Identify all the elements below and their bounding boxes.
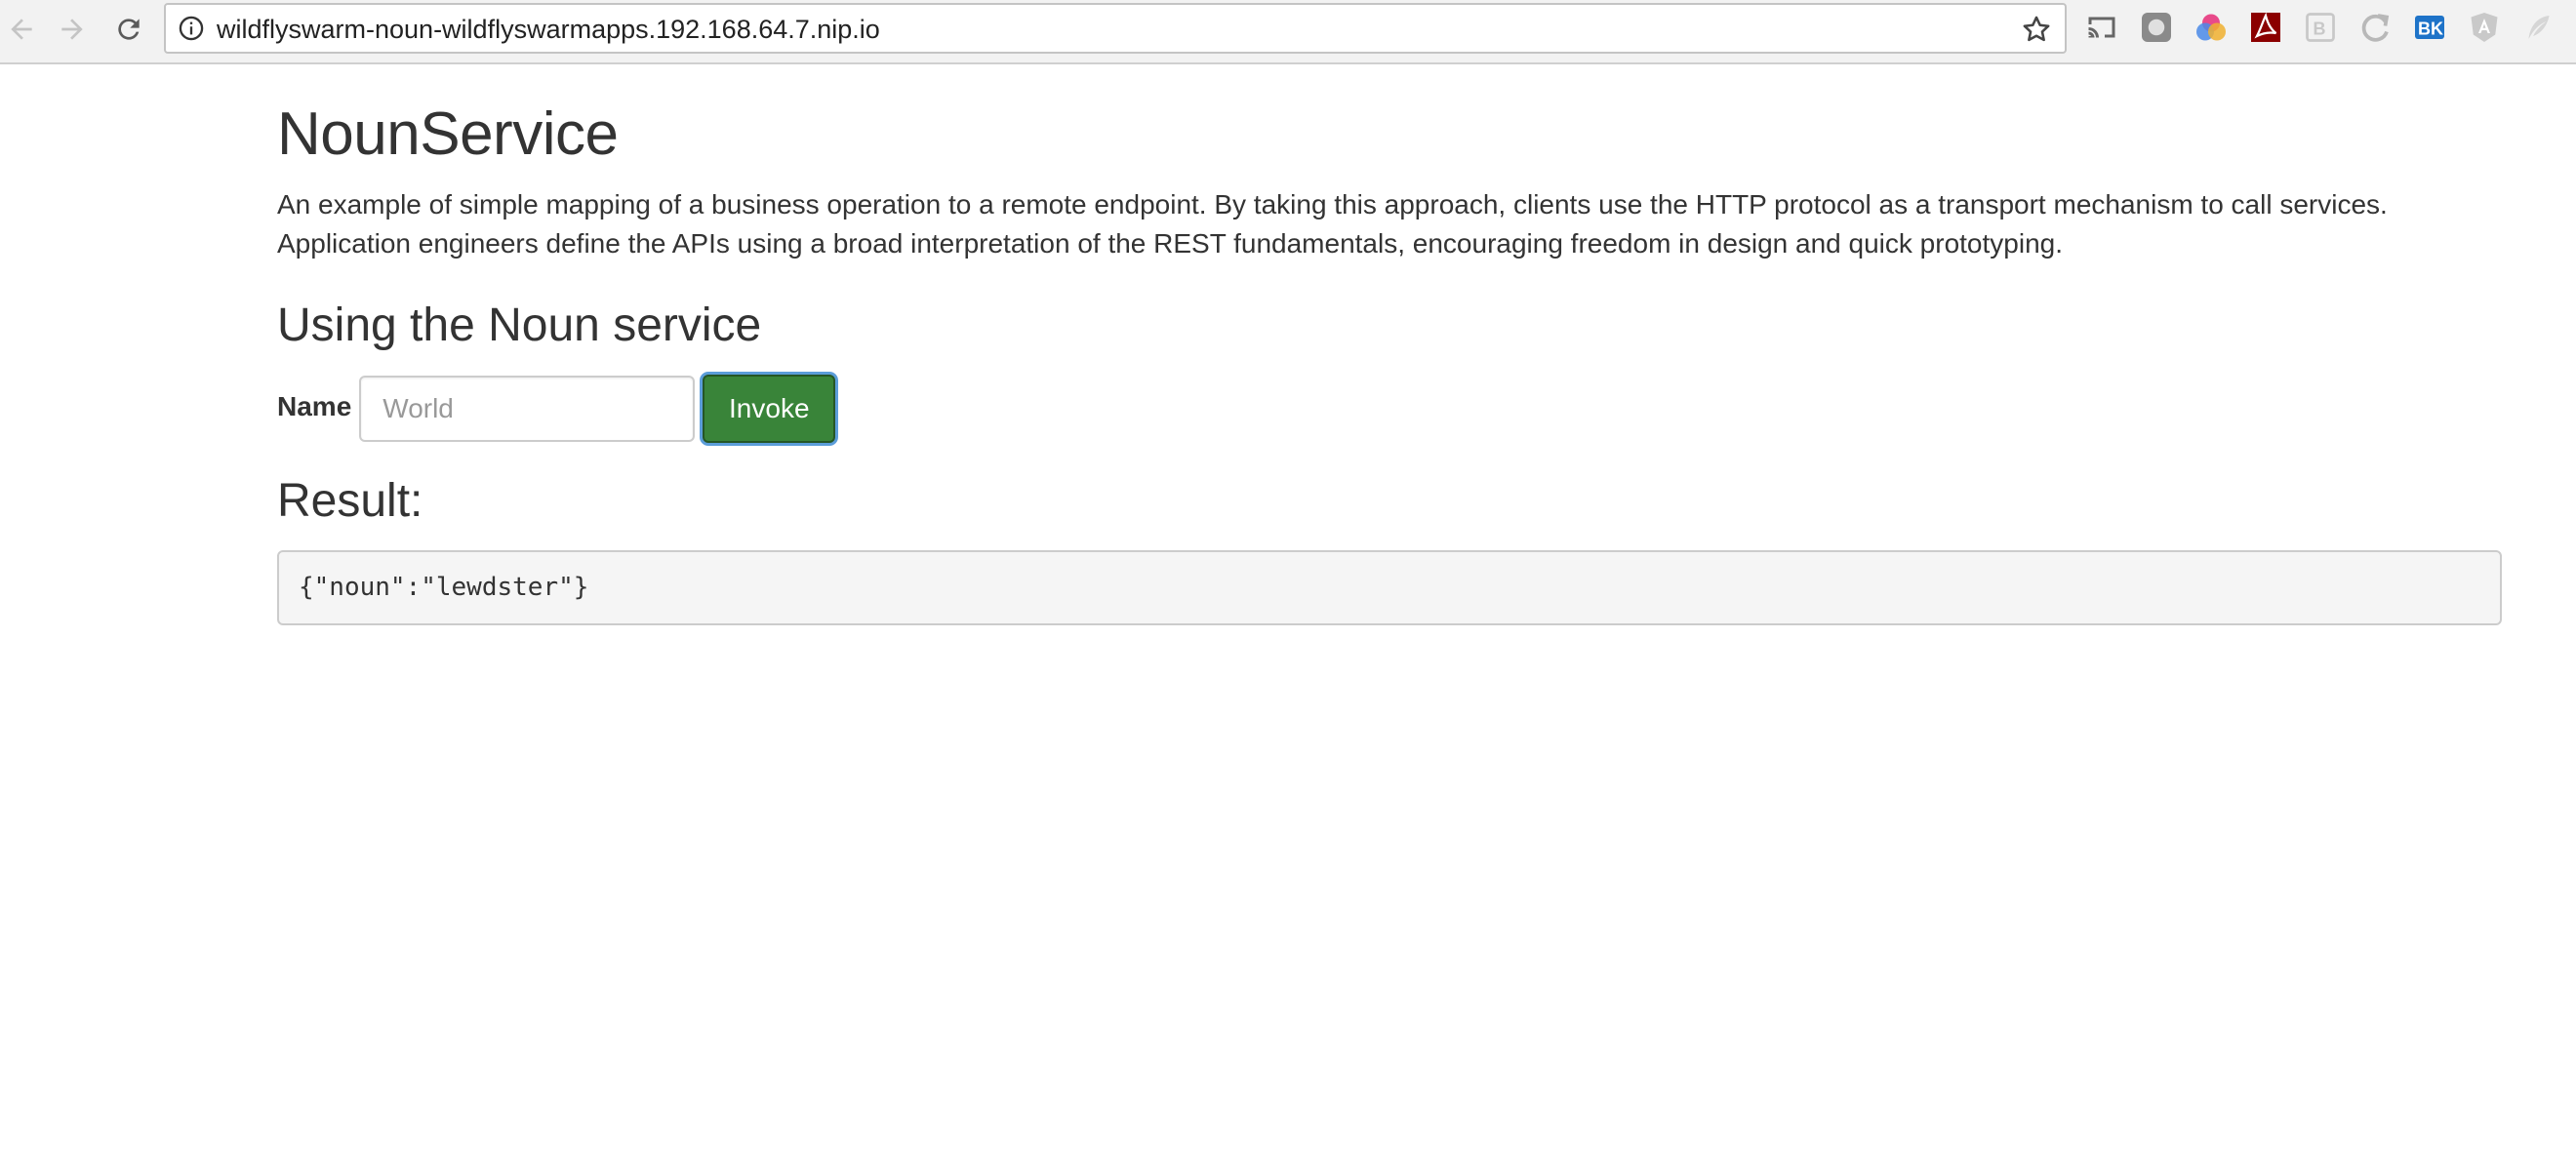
section-heading: Using the Noun service (277, 299, 762, 351)
address-bar[interactable]: wildflyswarm-noun-wildflyswarmapps.192.1… (164, 3, 2067, 54)
back-arrow-icon (11, 19, 32, 40)
extension-a-icon[interactable] (2467, 10, 2502, 45)
url-text[interactable]: wildflyswarm-noun-wildflyswarmapps.192.1… (217, 5, 880, 52)
extension-gray-square-icon[interactable] (2139, 10, 2174, 45)
reload-button[interactable] (107, 8, 150, 51)
reload-icon (118, 19, 140, 40)
star-icon[interactable] (2020, 13, 2053, 46)
result-heading: Result: (277, 475, 423, 527)
adobe-acrobat-icon[interactable] (2248, 10, 2283, 45)
info-icon[interactable] (178, 15, 205, 42)
page-title: NounService (277, 100, 619, 168)
forward-arrow-icon (61, 19, 83, 40)
browser-toolbar: wildflyswarm-noun-wildflyswarmapps.192.1… (0, 0, 2576, 64)
extension-feather-icon[interactable] (2521, 10, 2556, 45)
extension-b-icon[interactable]: B (2303, 10, 2338, 45)
result-output: {"noun":"lewdster"} (277, 550, 2502, 625)
extension-refresh-icon[interactable] (2357, 10, 2393, 45)
extension-bk-icon[interactable]: BK (2412, 10, 2447, 45)
invoke-button[interactable]: Invoke (703, 375, 836, 443)
svg-text:B: B (2314, 20, 2326, 39)
cast-icon[interactable] (2084, 10, 2119, 45)
name-label: Name (277, 391, 352, 421)
back-button[interactable] (0, 8, 43, 51)
forward-button[interactable] (51, 8, 94, 51)
invoke-form: Name Invoke (277, 375, 836, 443)
page-description: An example of simple mapping of a busine… (277, 189, 2388, 259)
svg-text:BK: BK (2418, 20, 2443, 39)
name-input[interactable] (359, 376, 696, 442)
extension-colorful-icon[interactable] (2194, 10, 2229, 45)
